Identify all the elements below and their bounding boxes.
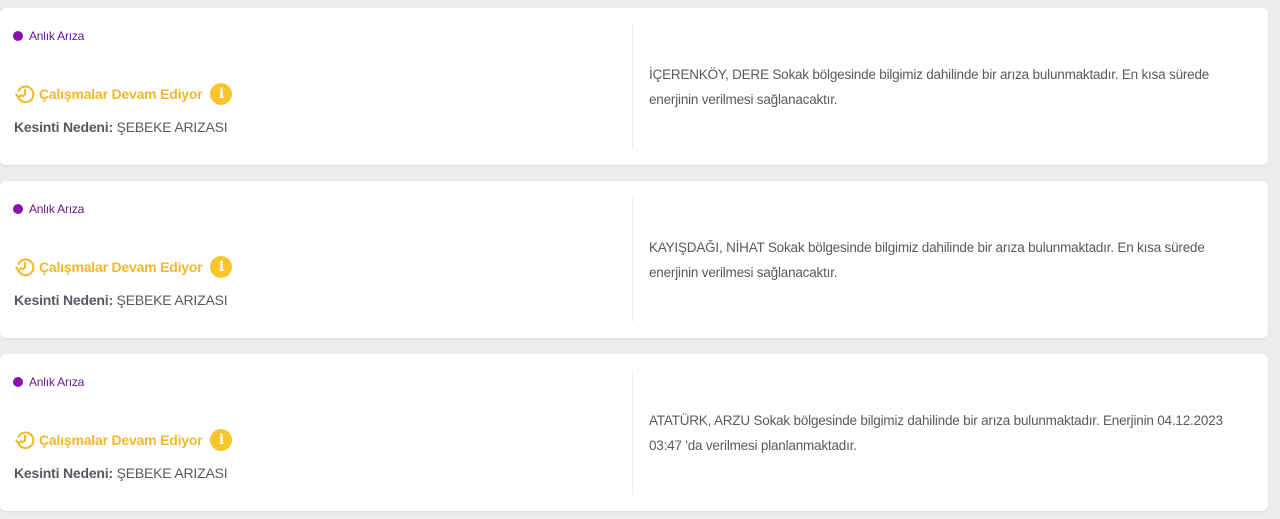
clock-refresh-icon <box>15 431 35 450</box>
outage-description: ATATÜRK, ARZU Sokak bölgesinde bilgimiz … <box>649 412 1223 453</box>
outage-description: İÇERENKÖY, DERE Sokak bölgesinde bilgimi… <box>649 66 1210 107</box>
card-divider <box>632 197 633 322</box>
outage-type-label: Anlık Arıza <box>29 375 85 389</box>
outage-card-details: KAYIŞDAĞI, NİHAT Sokak bölgesinde bilgim… <box>649 181 1248 338</box>
outage-card-summary: Anlık Arıza Çalışmalar Devam Ediyor i Ke… <box>0 354 632 511</box>
info-icon[interactable]: i <box>210 83 233 105</box>
outage-list: Anlık Arıza Çalışmalar Devam Ediyor i Ke… <box>0 0 1280 519</box>
outage-type: Anlık Arıza <box>13 202 84 216</box>
outage-description: KAYIŞDAĞI, NİHAT Sokak bölgesinde bilgim… <box>649 239 1205 280</box>
outage-reason: Kesinti Nedeni: ŞEBEKE ARIZASI <box>14 292 228 308</box>
info-icon[interactable]: i <box>210 429 233 451</box>
info-icon[interactable]: i <box>210 256 233 278</box>
card-divider <box>632 370 633 495</box>
outage-type: Anlık Arıza <box>13 29 84 43</box>
clock-refresh-icon <box>15 258 35 277</box>
clock-refresh-icon <box>15 85 35 104</box>
card-divider <box>632 24 633 149</box>
outage-reason: Kesinti Nedeni: ŞEBEKE ARIZASI <box>14 465 228 481</box>
purple-dot-icon <box>13 377 23 387</box>
outage-status-label: Çalışmalar Devam Ediyor <box>39 432 203 448</box>
outage-reason: Kesinti Nedeni: ŞEBEKE ARIZASI <box>14 119 228 135</box>
outage-card-summary: Anlık Arıza Çalışmalar Devam Ediyor i Ke… <box>0 181 632 338</box>
outage-status: Çalışmalar Devam Ediyor i <box>14 82 233 106</box>
outage-status: Çalışmalar Devam Ediyor i <box>14 255 233 279</box>
outage-status: Çalışmalar Devam Ediyor i <box>14 428 233 452</box>
outage-card[interactable]: Anlık Arıza Çalışmalar Devam Ediyor i Ke… <box>0 8 1268 165</box>
outage-status-label: Çalışmalar Devam Ediyor <box>39 86 203 102</box>
outage-card-summary: Anlık Arıza Çalışmalar Devam Ediyor i Ke… <box>0 8 632 165</box>
outage-type-label: Anlık Arıza <box>29 202 85 216</box>
outage-card-details: ATATÜRK, ARZU Sokak bölgesinde bilgimiz … <box>649 354 1248 511</box>
outage-card[interactable]: Anlık Arıza Çalışmalar Devam Ediyor i Ke… <box>0 354 1268 511</box>
outage-type: Anlık Arıza <box>13 375 84 389</box>
outage-reason-label: Kesinti Nedeni: <box>14 465 113 481</box>
outage-reason-value: ŞEBEKE ARIZASI <box>116 119 228 135</box>
purple-dot-icon <box>13 31 23 41</box>
outage-reason-label: Kesinti Nedeni: <box>14 292 113 308</box>
outage-card[interactable]: Anlık Arıza Çalışmalar Devam Ediyor i Ke… <box>0 181 1268 338</box>
outage-card-details: İÇERENKÖY, DERE Sokak bölgesinde bilgimi… <box>649 8 1248 165</box>
outage-status-label: Çalışmalar Devam Ediyor <box>39 259 203 275</box>
purple-dot-icon <box>13 204 23 214</box>
outage-reason-value: ŞEBEKE ARIZASI <box>116 292 228 308</box>
outage-type-label: Anlık Arıza <box>29 29 85 43</box>
outage-reason-value: ŞEBEKE ARIZASI <box>116 465 228 481</box>
outage-reason-label: Kesinti Nedeni: <box>14 119 113 135</box>
